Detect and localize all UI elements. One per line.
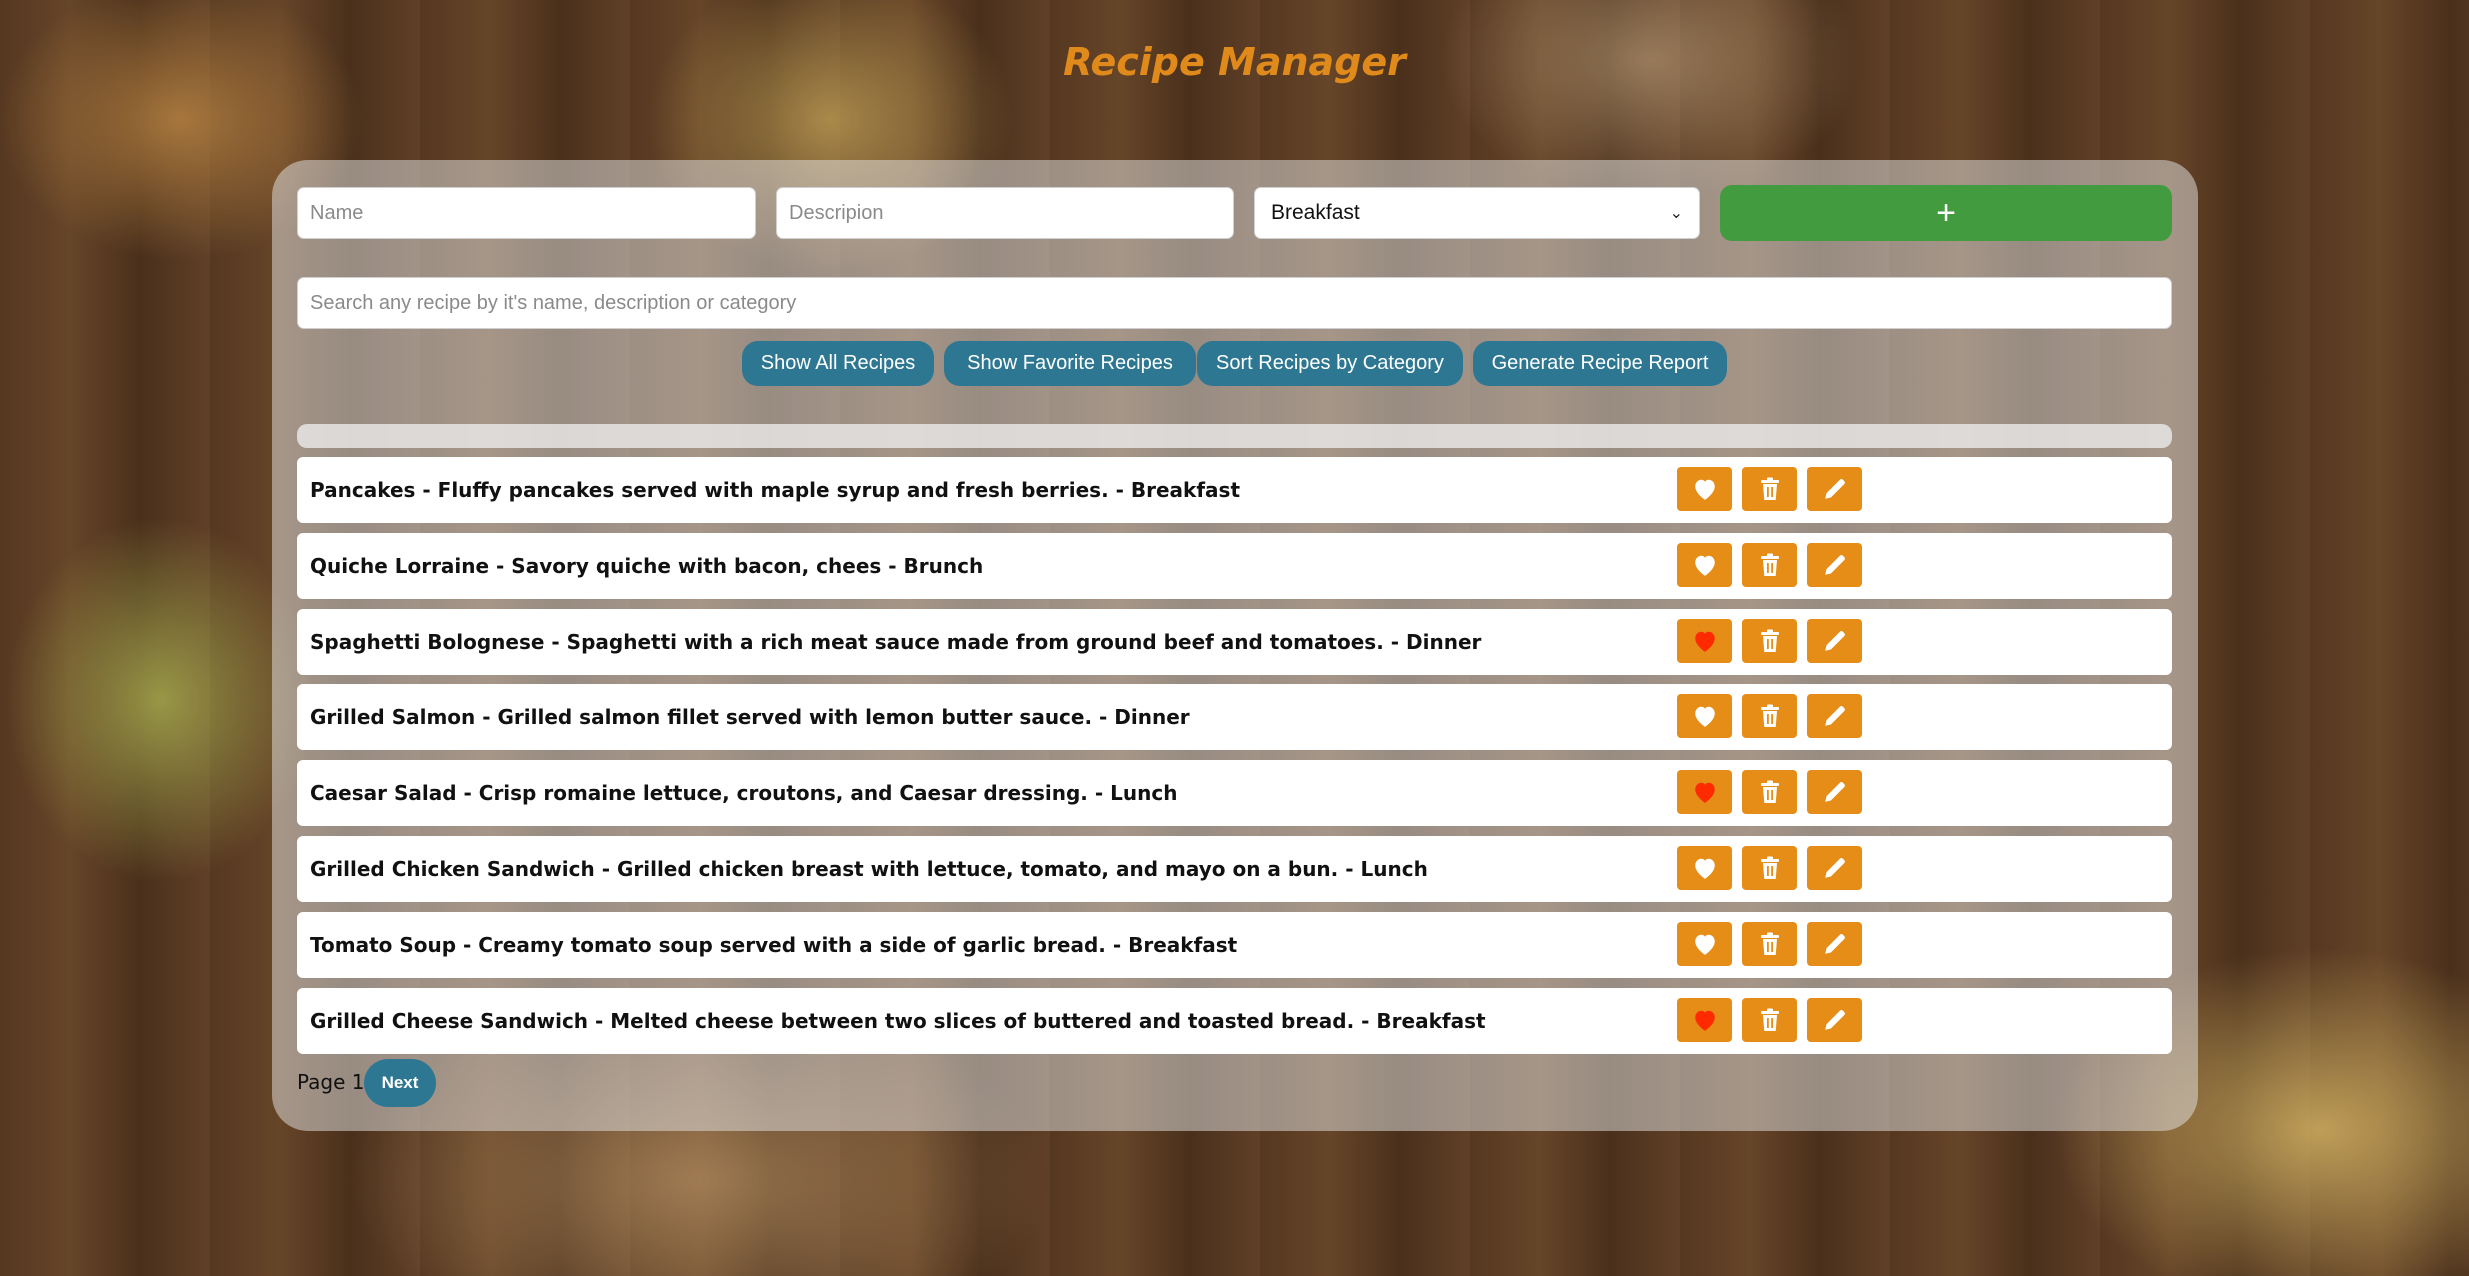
generate-report-button[interactable]: Generate Recipe Report <box>1473 341 1727 386</box>
edit-button[interactable] <box>1807 618 1862 663</box>
delete-button[interactable] <box>1742 618 1797 663</box>
search-input[interactable] <box>297 277 2172 329</box>
page-title: Recipe Manager <box>1063 40 1406 84</box>
trash-icon <box>1759 629 1781 653</box>
recipe-row: Pancakes - Fluffy pancakes served with m… <box>297 457 2172 523</box>
recipe-text: Grilled Cheese Sandwich - Melted cheese … <box>310 1008 1486 1033</box>
favorite-button[interactable] <box>1677 921 1732 966</box>
chevron-down-icon: ⌄ <box>1669 205 1683 222</box>
add-recipe-button[interactable]: + <box>1720 185 2172 241</box>
delete-button[interactable] <box>1742 846 1797 890</box>
heart-icon <box>1692 856 1718 880</box>
delete-button[interactable] <box>1742 921 1797 966</box>
heart-icon <box>1692 477 1718 501</box>
category-select[interactable]: Breakfast ⌄ <box>1254 187 1700 239</box>
sort-by-category-label: Sort Recipes by Category <box>1216 352 1444 374</box>
pencil-icon <box>1822 931 1848 957</box>
delete-button[interactable] <box>1742 694 1797 739</box>
recipe-text: Caesar Salad - Crisp romaine lettuce, cr… <box>310 781 1178 806</box>
delete-button[interactable] <box>1742 467 1797 511</box>
sort-by-category-button[interactable]: Sort Recipes by Category <box>1197 341 1463 386</box>
heart-icon <box>1692 932 1718 956</box>
recipe-text: Tomato Soup - Creamy tomato soup served … <box>310 932 1238 957</box>
recipe-row: Grilled Salmon - Grilled salmon fillet s… <box>297 684 2172 751</box>
pencil-icon <box>1822 552 1848 578</box>
recipe-text: Grilled Salmon - Grilled salmon fillet s… <box>310 705 1190 730</box>
recipe-row: Spaghetti Bolognese - Spaghetti with a r… <box>297 608 2172 675</box>
recipe-text: Quiche Lorraine - Savory quiche with bac… <box>310 553 984 578</box>
recipe-text: Spaghetti Bolognese - Spaghetti with a r… <box>310 629 1482 654</box>
recipe-name-input[interactable] <box>297 187 756 239</box>
favorite-button[interactable] <box>1677 694 1732 739</box>
recipe-text: Grilled Chicken Sandwich - Grilled chick… <box>310 857 1428 881</box>
heart-icon <box>1692 780 1718 804</box>
favorite-button[interactable] <box>1677 467 1732 511</box>
add-label: + <box>1936 193 1956 232</box>
favorite-button[interactable] <box>1677 846 1732 890</box>
next-page-button[interactable]: Next <box>364 1059 436 1107</box>
recipe-row: Caesar Salad - Crisp romaine lettuce, cr… <box>297 760 2172 827</box>
edit-button[interactable] <box>1807 846 1862 890</box>
trash-icon <box>1759 477 1781 501</box>
edit-button[interactable] <box>1807 694 1862 739</box>
heart-icon <box>1692 553 1718 577</box>
recipe-text: Pancakes - Fluffy pancakes served with m… <box>310 478 1241 502</box>
list-header-strip <box>297 424 2172 448</box>
trash-icon <box>1759 1008 1781 1032</box>
trash-icon <box>1759 780 1781 804</box>
pencil-icon <box>1822 703 1848 729</box>
trash-icon <box>1759 932 1781 956</box>
page-indicator: Page 1 <box>297 1070 365 1094</box>
delete-button[interactable] <box>1742 997 1797 1042</box>
pencil-icon <box>1822 476 1848 502</box>
trash-icon <box>1759 856 1781 880</box>
favorite-button[interactable] <box>1677 618 1732 663</box>
show-all-recipes-button[interactable]: Show All Recipes <box>742 341 934 386</box>
pencil-icon <box>1822 1007 1848 1033</box>
recipe-row: Tomato Soup - Creamy tomato soup served … <box>297 911 2172 978</box>
favorite-button[interactable] <box>1677 542 1732 587</box>
generate-report-label: Generate Recipe Report <box>1491 352 1709 374</box>
heart-icon <box>1692 704 1718 728</box>
pencil-icon <box>1822 628 1848 654</box>
heart-icon <box>1692 1008 1718 1032</box>
edit-button[interactable] <box>1807 542 1862 587</box>
recipe-description-input[interactable] <box>776 187 1234 239</box>
edit-button[interactable] <box>1807 997 1862 1042</box>
favorite-button[interactable] <box>1677 997 1732 1042</box>
edit-button[interactable] <box>1807 921 1862 966</box>
heart-icon <box>1692 629 1718 653</box>
recipe-row: Grilled Cheese Sandwich - Melted cheese … <box>297 987 2172 1054</box>
edit-button[interactable] <box>1807 770 1862 815</box>
pencil-icon <box>1822 779 1848 805</box>
show-favorite-recipes-button[interactable]: Show Favorite Recipes <box>944 341 1196 386</box>
trash-icon <box>1759 553 1781 577</box>
recipe-row: Quiche Lorraine - Savory quiche with bac… <box>297 532 2172 599</box>
category-select-value: Breakfast <box>1271 201 1360 224</box>
pencil-icon <box>1822 855 1848 881</box>
favorite-button[interactable] <box>1677 770 1732 815</box>
delete-button[interactable] <box>1742 542 1797 587</box>
recipe-row: Grilled Chicken Sandwich - Grilled chick… <box>297 836 2172 902</box>
show-favorite-recipes-label: Show Favorite Recipes <box>967 352 1173 374</box>
edit-button[interactable] <box>1807 467 1862 511</box>
trash-icon <box>1759 704 1781 728</box>
delete-button[interactable] <box>1742 770 1797 815</box>
show-all-recipes-label: Show All Recipes <box>760 352 916 374</box>
next-page-label: Next <box>381 1073 419 1092</box>
